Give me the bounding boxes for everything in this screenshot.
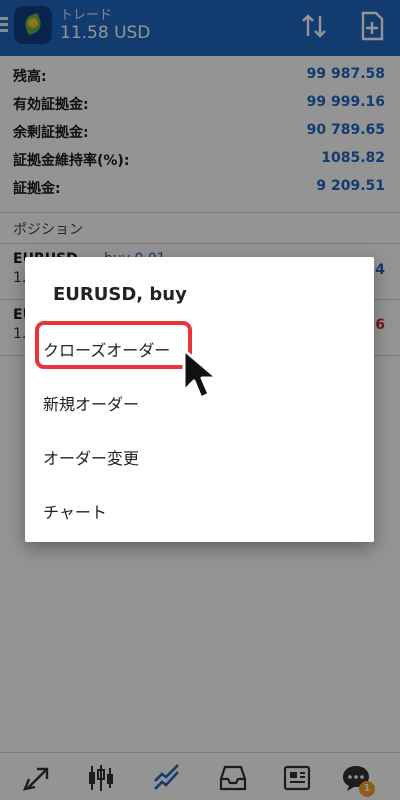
menu-item-label: チャート <box>43 503 107 522</box>
menu-item-label: 新規オーダー <box>43 395 140 414</box>
modify-order-item[interactable]: オーダー変更 <box>25 429 374 483</box>
dialog-title: EURUSD, buy <box>53 284 187 305</box>
cursor-icon <box>182 348 219 400</box>
chart-item[interactable]: チャート <box>25 483 374 537</box>
highlight-annotation <box>35 321 192 369</box>
menu-item-label: オーダー変更 <box>43 449 140 468</box>
